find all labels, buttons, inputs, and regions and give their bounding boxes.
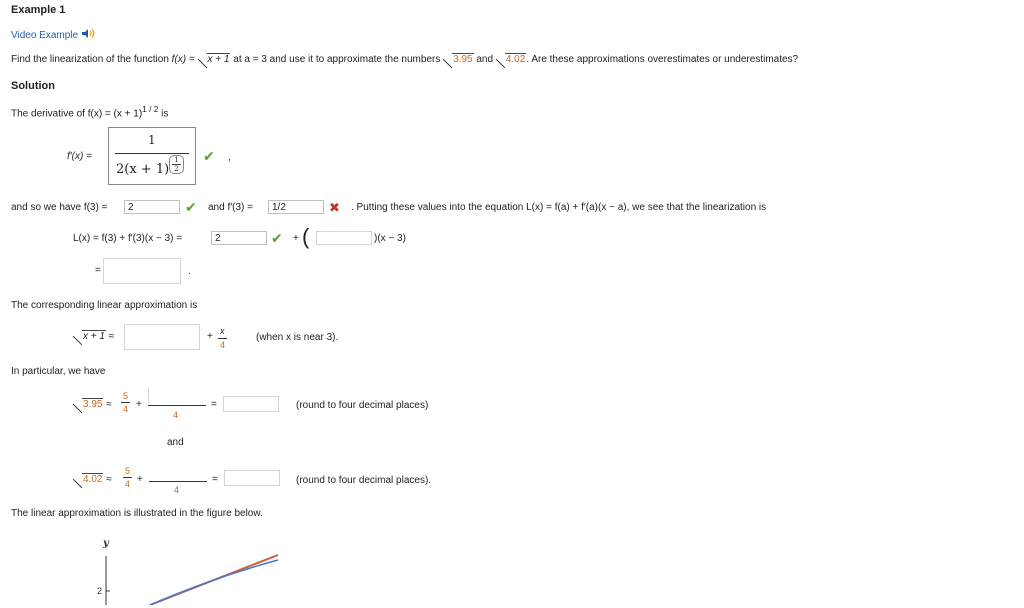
check-icon: ✔ bbox=[203, 148, 215, 164]
cross-icon: ✖ bbox=[329, 200, 340, 215]
fprime3-input[interactable]: 1/2 bbox=[268, 200, 324, 214]
row1-note: (round to four decimal places) bbox=[296, 400, 429, 411]
check-icon: ✔ bbox=[271, 230, 283, 246]
linearization-tail: )(x − 3) bbox=[374, 233, 406, 244]
problem-statement: Find the linearization of the function f… bbox=[11, 53, 799, 68]
slope-input[interactable] bbox=[316, 231, 372, 245]
period: . bbox=[188, 266, 191, 277]
approx-radicand: x + 1 bbox=[82, 330, 106, 342]
frac-bar bbox=[148, 405, 206, 406]
row2-lhs: 4.02 ≈ bbox=[73, 473, 112, 488]
exp-denominator: 2 bbox=[172, 164, 181, 173]
sqrt-symbol: 4.02 bbox=[495, 53, 527, 68]
approx-frac-den: 4 bbox=[220, 340, 226, 350]
values-suffix: . Putting these values into the equation… bbox=[351, 202, 767, 213]
approx-frac-num: x bbox=[220, 326, 225, 336]
frac-numerator: 1 bbox=[148, 133, 156, 147]
sqrt-symbol: 4.02 bbox=[73, 473, 104, 488]
plus-sign: + bbox=[207, 331, 213, 342]
problem-question: . Are these approximations overestimates… bbox=[526, 54, 799, 65]
frac-bar bbox=[218, 338, 227, 339]
exponent-fraction: 1 2 bbox=[169, 155, 184, 174]
problem-number-2: 4.02 bbox=[504, 53, 527, 65]
exp-numerator: 1 bbox=[174, 156, 179, 164]
row2-lead-num: 5 bbox=[125, 466, 131, 476]
sqrt-symbol: 3.95 bbox=[73, 398, 104, 413]
problem-find-text: Find the linearization of the function bbox=[11, 54, 169, 65]
check-icon: ✔ bbox=[185, 199, 197, 215]
problem-func: f(x) = bbox=[171, 54, 195, 65]
row2-note: (round to four decimal places). bbox=[296, 475, 432, 486]
row1-lead-num: 5 bbox=[123, 391, 129, 401]
linearization-result-input[interactable] bbox=[103, 258, 181, 284]
row1-den: 4 bbox=[173, 410, 179, 420]
speaker-icon bbox=[81, 29, 95, 41]
approx-constant-input[interactable] bbox=[124, 324, 200, 350]
values-prefix: and so we have f(3) = bbox=[11, 202, 108, 213]
linearization-lhs: L(x) = f(3) + f′(3)(x − 3) = bbox=[73, 233, 183, 244]
sqrt-symbol: x + 1 bbox=[73, 330, 106, 345]
row1-numerator-input[interactable] bbox=[148, 388, 204, 403]
y-tick-label: 2 bbox=[97, 586, 102, 596]
derivative-is: is bbox=[161, 108, 169, 120]
row1-radicand: 3.95 bbox=[82, 398, 104, 410]
frac-bar bbox=[115, 153, 189, 154]
approx-sign: ≈ bbox=[106, 399, 112, 410]
plus-sign: + bbox=[136, 399, 142, 410]
and-text: and bbox=[167, 437, 184, 448]
problem-number-1: 3.95 bbox=[452, 53, 474, 65]
page-title: Example 1 bbox=[11, 4, 66, 16]
equals-sign: = bbox=[212, 474, 218, 485]
open-paren: ( bbox=[302, 224, 310, 249]
frac-denominator: 2(x + 1) bbox=[116, 162, 170, 177]
comma: , bbox=[228, 152, 231, 163]
video-example-link[interactable]: Video Example bbox=[11, 28, 95, 41]
approximation-intro: The corresponding linear approximation i… bbox=[11, 300, 198, 311]
row2-den: 4 bbox=[174, 485, 180, 495]
row2-result-input[interactable] bbox=[224, 470, 280, 486]
plus-sign: + bbox=[137, 474, 143, 485]
row2-radicand: 4.02 bbox=[82, 473, 104, 485]
row1-lhs: 3.95 ≈ bbox=[73, 398, 112, 413]
video-example-label: Video Example bbox=[11, 30, 79, 41]
derivative-lead: The derivative of f(x) = (x + 1) bbox=[11, 108, 143, 120]
approx-sign: ≈ bbox=[106, 474, 112, 485]
frac-bar bbox=[121, 402, 130, 403]
f3-input[interactable]: 2 bbox=[124, 200, 180, 214]
sqrt-symbol: 3.95 bbox=[443, 53, 474, 68]
y-axis-label: y bbox=[102, 538, 110, 549]
derivative-answer-box[interactable]: 1 2(x + 1) 1 2 bbox=[108, 127, 196, 185]
equals-sign: = bbox=[95, 265, 101, 276]
problem-radicand: x + 1 bbox=[206, 53, 231, 65]
derivative-exponent: 1 / 2 bbox=[142, 104, 159, 114]
approx-when: (when x is near 3). bbox=[256, 332, 339, 343]
figure-intro: The linear approximation is illustrated … bbox=[11, 508, 263, 519]
particular-intro: In particular, we have bbox=[11, 366, 106, 377]
equals-sign: = bbox=[211, 399, 217, 410]
approx-sign: ≈ bbox=[108, 331, 115, 342]
fprime-label: f′(x) = bbox=[67, 151, 92, 162]
sqrt-symbol: x + 1 bbox=[197, 53, 231, 68]
plus-sign: + bbox=[293, 233, 299, 244]
linear-approx-figure: y 2 bbox=[0, 530, 400, 606]
row2-numerator-input[interactable] bbox=[149, 465, 205, 479]
frac-bar bbox=[123, 477, 132, 478]
row1-lead-den: 4 bbox=[123, 404, 129, 414]
row2-lead-den: 4 bbox=[125, 479, 131, 489]
frac-bar bbox=[149, 481, 207, 482]
approx-lhs: x + 1 ≈ bbox=[73, 330, 115, 345]
problem-at-text: at a = 3 and use it to approximate the n… bbox=[233, 54, 441, 65]
row1-result-input[interactable] bbox=[223, 396, 279, 412]
derivative-text: The derivative of f(x) = (x + 1)1 / 2 is bbox=[11, 104, 168, 119]
linearization-value-input[interactable]: 2 bbox=[211, 231, 267, 245]
fprime3-label: and f′(3) = bbox=[208, 202, 253, 213]
solution-heading: Solution bbox=[11, 80, 55, 92]
problem-and: and bbox=[476, 54, 494, 65]
